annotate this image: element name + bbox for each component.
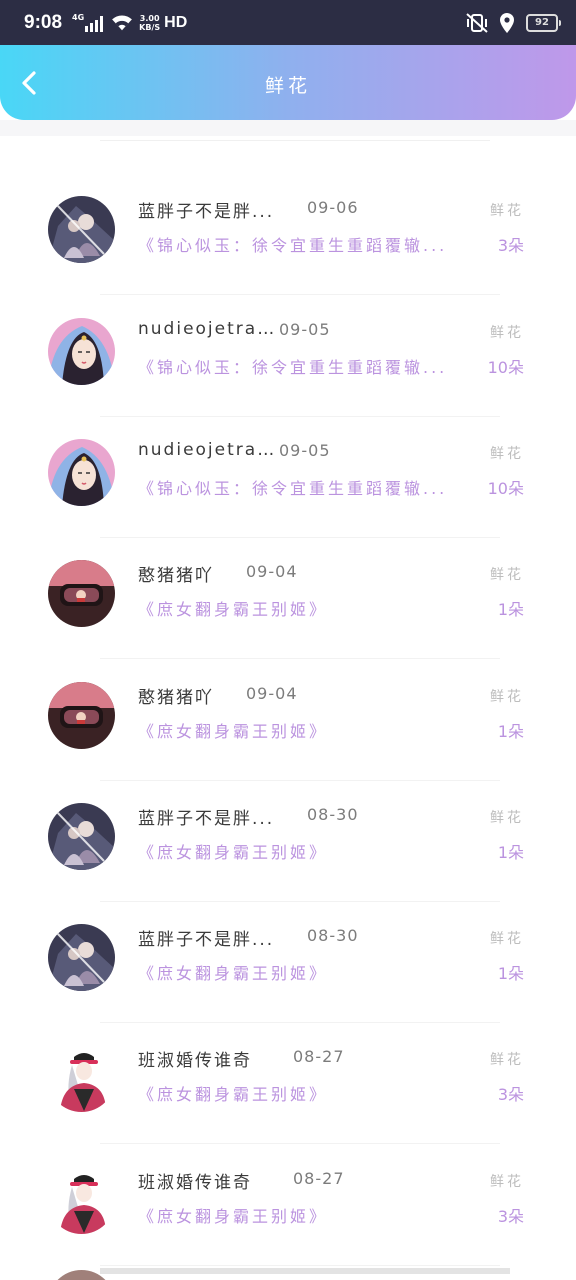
gift-type: 鲜花 (490, 567, 524, 583)
avatar-couple (48, 196, 115, 263)
user-name[interactable]: 班淑婚传谁奇 (138, 1046, 278, 1071)
gift-date: 09-04 (246, 562, 298, 581)
book-title[interactable]: 《锦心似玉：徐令宜重生重蹈覆辙... (138, 232, 483, 256)
signal-icon: 4G (72, 13, 104, 32)
gift-date: 08-30 (307, 805, 359, 824)
avatar[interactable] (48, 682, 115, 749)
list-item[interactable]: 憨猪猪吖 09-04 鲜花 《庶女翻身霸王别姬》 1朵 (0, 660, 576, 781)
next-item-placeholder (100, 1268, 510, 1274)
user-name[interactable]: 蓝胖子不是胖... (138, 925, 293, 950)
flower-count: 10朵 (487, 479, 524, 498)
book-title[interactable]: 《锦心似玉：徐令宜重生重蹈覆辙... (138, 354, 483, 378)
battery-icon: 92 (526, 13, 561, 32)
user-name[interactable]: 憨猪猪吖 (138, 683, 238, 708)
list-item[interactable]: nudieojetrans 09-05 鲜花 《锦心似玉：徐令宜重生重蹈覆辙..… (0, 417, 576, 538)
flower-count: 1朵 (497, 600, 524, 619)
gift-date: 08-27 (293, 1169, 345, 1188)
gift-date: 09-05 (279, 441, 331, 460)
network-type: 4G (72, 13, 85, 22)
book-title[interactable]: 《庶女翻身霸王别姬》 (138, 839, 483, 863)
avatar[interactable] (48, 1167, 115, 1234)
location-icon (500, 12, 514, 33)
avatar-car-mirror (48, 560, 115, 627)
gift-type: 鲜花 (490, 446, 524, 462)
vibrate-icon (466, 12, 488, 33)
gift-type: 鲜花 (490, 810, 524, 826)
gift-date: 09-06 (307, 198, 359, 217)
list-item[interactable]: 蓝胖子不是胖... 08-30 鲜花 《庶女翻身霸王别姬》 1朵 (0, 781, 576, 902)
avatar[interactable] (48, 560, 115, 627)
gift-type: 鲜花 (490, 325, 524, 341)
book-title[interactable]: 《庶女翻身霸王别姬》 (138, 718, 483, 742)
gift-date: 08-27 (293, 1047, 345, 1066)
speed-value: 3.00 (139, 13, 160, 23)
book-title[interactable]: 《庶女翻身霸王别姬》 (138, 960, 483, 984)
gift-type: 鲜花 (490, 203, 524, 219)
row-divider (100, 1265, 500, 1266)
avatar-veiled-woman (48, 439, 115, 506)
flower-count: 1朵 (497, 843, 524, 862)
user-name[interactable]: 蓝胖子不是胖... (138, 804, 293, 829)
avatar-couple (48, 924, 115, 991)
flower-record-list: 蓝胖子不是胖... 09-06 鲜花 《锦心似玉：徐令宜重生重蹈覆辙... 3朵… (0, 120, 576, 1280)
gift-type: 鲜花 (490, 1174, 524, 1190)
wifi-icon (112, 14, 133, 30)
network-speed: 3.00 KB/S (139, 14, 160, 32)
avatar-cartoon-girl (48, 1045, 115, 1112)
gift-date: 08-30 (307, 926, 359, 945)
avatar[interactable] (48, 1045, 115, 1112)
list-item[interactable]: nudieojetrans 09-05 鲜花 《锦心似玉：徐令宜重生重蹈覆辙..… (0, 296, 576, 417)
list-top-divider (100, 140, 490, 141)
user-name[interactable]: nudieojetrans (138, 319, 278, 339)
speed-unit: KB/S (139, 22, 161, 32)
avatar[interactable] (48, 924, 115, 991)
book-title[interactable]: 《庶女翻身霸王别姬》 (138, 1081, 483, 1105)
avatar-cartoon-girl (48, 1167, 115, 1234)
header-bar: 鲜花 (0, 45, 576, 120)
flower-count: 3朵 (497, 1207, 524, 1226)
gift-date: 09-05 (279, 320, 331, 339)
list-item[interactable]: 班淑婚传谁奇 08-27 鲜花 《庶女翻身霸王别姬》 3朵 (0, 1145, 576, 1266)
user-name[interactable]: 憨猪猪吖 (138, 561, 238, 586)
flower-count: 1朵 (497, 722, 524, 741)
user-name[interactable]: 蓝胖子不是胖... (138, 197, 293, 222)
user-name[interactable]: 班淑婚传谁奇 (138, 1168, 278, 1193)
list-item[interactable]: 蓝胖子不是胖... 09-06 鲜花 《锦心似玉：徐令宜重生重蹈覆辙... 3朵 (0, 174, 576, 295)
list-item[interactable]: 憨猪猪吖 09-04 鲜花 《庶女翻身霸王别姬》 1朵 (0, 538, 576, 659)
flower-count: 3朵 (497, 236, 524, 255)
row-divider (100, 658, 500, 659)
flower-count: 10朵 (487, 358, 524, 377)
gift-type: 鲜花 (490, 931, 524, 947)
avatar-couple (48, 803, 115, 870)
gift-type: 鲜花 (490, 1052, 524, 1068)
avatar-car-mirror (48, 682, 115, 749)
book-title[interactable]: 《庶女翻身霸王别姬》 (138, 596, 483, 620)
flower-count: 1朵 (497, 964, 524, 983)
row-divider (100, 294, 500, 295)
book-title[interactable]: 《庶女翻身霸王别姬》 (138, 1203, 483, 1227)
user-name[interactable]: nudieojetrans (138, 440, 278, 460)
list-top-strip (0, 120, 576, 136)
hd-label: HD (164, 13, 188, 31)
gift-type: 鲜花 (490, 689, 524, 705)
page-title: 鲜花 (264, 75, 311, 97)
avatar[interactable] (48, 439, 115, 506)
avatar[interactable] (48, 803, 115, 870)
list-item[interactable]: 班淑婚传谁奇 08-27 鲜花 《庶女翻身霸王别姬》 3朵 (0, 1023, 576, 1144)
list-item[interactable]: 蓝胖子不是胖... 08-30 鲜花 《庶女翻身霸王别姬》 1朵 (0, 902, 576, 1023)
gift-date: 09-04 (246, 684, 298, 703)
status-bar: 9:08 4G 3.00 KB/S HD 92 (0, 0, 576, 45)
status-time: 9:08 (24, 11, 63, 33)
flower-count: 3朵 (497, 1085, 524, 1104)
book-title[interactable]: 《锦心似玉：徐令宜重生重蹈覆辙... (138, 475, 483, 499)
row-divider (100, 1143, 500, 1144)
avatar-veiled-woman (48, 318, 115, 385)
avatar[interactable] (48, 196, 115, 263)
avatar[interactable] (48, 318, 115, 385)
